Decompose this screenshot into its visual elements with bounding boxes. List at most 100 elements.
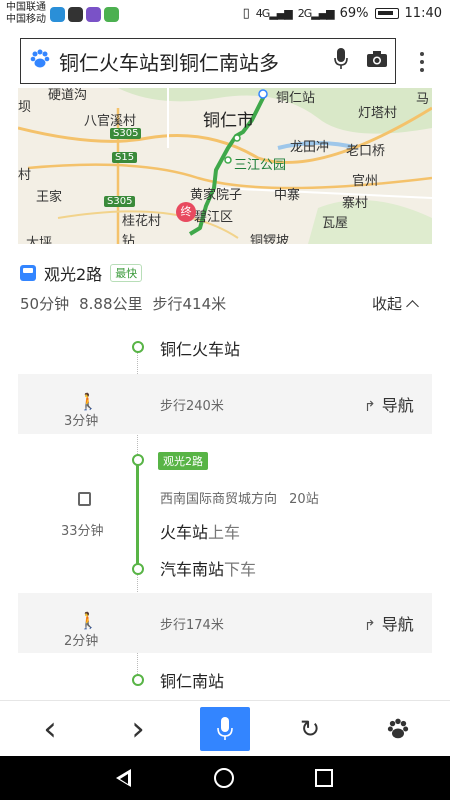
- highway-shield: S15: [112, 152, 138, 163]
- walk-icon: 🚶: [78, 392, 98, 411]
- system-home-button[interactable]: [210, 764, 238, 792]
- battery-icon: [374, 8, 399, 19]
- collapse-label: 收起: [372, 295, 403, 313]
- refresh-button[interactable]: ↻: [290, 711, 330, 747]
- battery-percent: 69%: [339, 6, 369, 21]
- voice-button[interactable]: [200, 707, 250, 751]
- system-back-button[interactable]: [110, 764, 138, 792]
- highway-shield: S305: [110, 128, 142, 139]
- system-navigation-bar: [0, 756, 450, 800]
- alight-stop: 汽车南站下车: [160, 556, 256, 580]
- map-label: 铜锣坡: [250, 234, 290, 244]
- alight-stop-name: 汽车南站: [160, 560, 225, 579]
- walk-step-1: 🚶 3分钟 步行240米 ↱ 导航: [18, 374, 432, 434]
- forward-button[interactable]: ›: [118, 711, 158, 747]
- map-label: 王家: [36, 190, 63, 205]
- end-stop-node: [132, 674, 144, 686]
- stop-count: 20站: [289, 492, 319, 507]
- walk-step-2: 🚶 2分钟 步行174米 ↱ 导航: [18, 593, 432, 653]
- signal-2-icon: 2G▂▄▆: [297, 7, 335, 20]
- system-recents-button[interactable]: [310, 764, 338, 792]
- voice-search-icon[interactable]: [323, 48, 359, 74]
- more-menu-icon[interactable]: [410, 48, 434, 76]
- navigate-button[interactable]: ↱ 导航: [364, 392, 414, 416]
- system-status: ▯ 4G▂▄▆ 2G▂▄▆ 69% 11:40: [243, 6, 442, 21]
- back-button[interactable]: ‹: [30, 711, 70, 747]
- browser-toolbar: ‹ › ↻: [0, 700, 450, 756]
- bus-direction: 西南国际商贸城方向 20站: [160, 488, 319, 507]
- turn-arrow-icon: ↱: [364, 618, 376, 634]
- map-label: 村: [18, 168, 32, 183]
- map-label: 碧江区: [194, 210, 234, 225]
- alight-node: [132, 563, 144, 575]
- bus-icon: [78, 492, 91, 506]
- bus-line-badge: 观光2路: [158, 452, 208, 470]
- baidu-paw-icon: [29, 48, 59, 75]
- map-label: 铜仁站: [276, 91, 316, 106]
- search-input[interactable]: 铜仁火车站到铜仁南站多: [59, 47, 323, 76]
- map-label: 钻: [122, 234, 136, 244]
- map-label: 龙田冲: [290, 140, 330, 155]
- map-label: 铜仁市: [203, 111, 254, 131]
- map-label: 老口桥: [346, 144, 386, 159]
- app-notification-icon: [50, 7, 65, 22]
- vibrate-icon: ▯: [242, 6, 250, 21]
- board-stop: 火车站上车: [160, 519, 240, 543]
- route-distance: 8.88公里: [79, 295, 143, 313]
- route-walk-distance: 步行414米: [152, 295, 227, 313]
- map-label: 八官溪村: [84, 114, 137, 129]
- route-name: 观光2路: [44, 265, 103, 284]
- walk-distance: 步行240米: [160, 399, 224, 414]
- app-notification-icon: [86, 7, 101, 22]
- notification-icons: [50, 7, 119, 22]
- baidu-paw-icon-svg: [30, 49, 50, 67]
- bus-ride-line: [136, 462, 139, 566]
- start-stop-node: [132, 341, 144, 353]
- navigate-label: 导航: [381, 615, 414, 634]
- walk-minutes: 2分钟: [64, 634, 99, 649]
- mic-icon: [334, 48, 348, 69]
- map-label: 寨村: [342, 196, 369, 211]
- map-label: 官州: [352, 174, 379, 189]
- map-label: 三江公园: [234, 158, 287, 173]
- direction-text: 西南国际商贸城方向: [160, 492, 278, 507]
- bus-minutes: 33分钟: [61, 524, 104, 539]
- map-label: 黄家院子: [190, 188, 243, 203]
- navigate-label: 导航: [381, 396, 414, 415]
- highway-shield: S305: [104, 196, 136, 207]
- search-box[interactable]: 铜仁火车站到铜仁南站多: [20, 38, 396, 84]
- baidu-home-icon[interactable]: [378, 711, 418, 747]
- camera-icon[interactable]: [359, 50, 395, 72]
- chevron-up-icon: [406, 300, 419, 313]
- navigate-button[interactable]: ↱ 导航: [364, 611, 414, 635]
- walk-minutes: 3分钟: [64, 414, 99, 429]
- mic-icon: [217, 717, 233, 740]
- map-label: 灯塔村: [358, 106, 398, 121]
- map-label: 中寨: [274, 188, 301, 203]
- destination-pin-icon[interactable]: 终: [176, 202, 196, 222]
- app-notification-icon: [68, 7, 83, 22]
- route-duration: 50分钟: [20, 295, 70, 313]
- map-label: 硬道沟: [48, 88, 88, 103]
- baidu-paw-icon: [387, 718, 409, 739]
- map-label: 坝: [18, 100, 32, 115]
- walk-distance: 步行174米: [160, 618, 224, 633]
- signal-1-icon: 4G▂▄▆: [255, 7, 293, 20]
- map-label: 马: [416, 92, 430, 107]
- status-bar: 中国联通 中国移动 ▯ 4G▂▄▆ 2G▂▄▆ 69% 11:40: [0, 0, 450, 30]
- board-action: 上车: [208, 523, 241, 542]
- map-label: 瓦屋: [322, 216, 349, 231]
- turn-arrow-icon: ↱: [364, 399, 376, 415]
- walk-icon: 🚶: [78, 611, 98, 630]
- clock: 11:40: [404, 6, 442, 21]
- start-stop-name: 铜仁火车站: [160, 340, 241, 359]
- route-summary: 50分钟 8.88公里 步行414米: [20, 293, 226, 314]
- route-map[interactable]: 铜仁站 铜仁市 八官溪村 灯塔村 三江公园 龙田冲 老口桥 黄家院子 中寨 官州…: [18, 88, 432, 244]
- map-label: 桂花村: [122, 214, 162, 229]
- alight-action: 下车: [224, 560, 257, 579]
- carrier-1: 中国联通: [6, 2, 46, 13]
- collapse-button[interactable]: 收起: [372, 293, 419, 314]
- end-stop-name: 铜仁南站: [160, 672, 225, 691]
- carrier-2: 中国移动: [6, 14, 46, 25]
- route-header: 观光2路 最快: [20, 262, 143, 284]
